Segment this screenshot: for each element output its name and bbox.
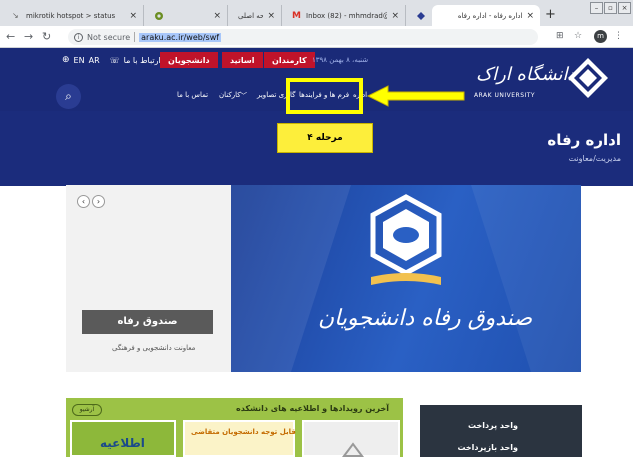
annotation-arrow-icon: [366, 85, 465, 107]
step-label: مرحله ۴: [277, 123, 373, 153]
tab-title: mikrotik hotspot > status: [26, 11, 116, 20]
slider-next-button[interactable]: ›: [92, 195, 105, 208]
lang-en-link[interactable]: EN: [74, 56, 85, 65]
lang-ar-link[interactable]: AR: [89, 56, 100, 65]
url-text[interactable]: araku.ac.ir/web/swf: [139, 32, 222, 42]
news-title: آخرین رویدادها و اطلاعیه های دانشکده: [236, 404, 389, 413]
browser-tab-diamond[interactable]: [408, 5, 430, 26]
menu-staff[interactable]: کارکنان: [219, 91, 241, 99]
browser-tab-blank[interactable]: ×: [146, 5, 228, 26]
bookmark-star-icon[interactable]: ☆: [574, 31, 582, 41]
nav-students[interactable]: دانشجویان: [160, 52, 218, 68]
tab-title: اداره رفاه - اداره رفاه: [457, 11, 523, 20]
back-icon[interactable]: ←: [6, 30, 15, 43]
news-card[interactable]: قابل توجه دانشجویان متقاضی: [183, 420, 296, 457]
slide-caption: صندوق رفاه: [82, 310, 213, 334]
university-emblem-icon: [568, 58, 608, 98]
news-card[interactable]: اطلاعیه: [70, 420, 176, 457]
globe-icon: ⊕: [62, 55, 70, 65]
nav-faculty[interactable]: اساتید: [222, 52, 263, 68]
contact-top-link[interactable]: ارتباط با ما: [124, 56, 161, 65]
tab-close-icon[interactable]: ×: [213, 11, 221, 21]
address-bar: ← → ↻ i Not secure araku.ac.ir/web/swf ⊞…: [0, 26, 633, 48]
placeholder-image-icon: [342, 442, 364, 457]
gmail-favicon-icon: M: [292, 10, 301, 21]
unit-item-repayment[interactable]: واحد بازپرداخت: [457, 443, 518, 452]
forward-icon[interactable]: →: [24, 30, 33, 43]
search-icon: ⌕: [65, 89, 72, 103]
tab-close-icon[interactable]: ×: [391, 11, 399, 21]
translate-icon[interactable]: ⊞: [556, 31, 564, 41]
browser-tab-gmail[interactable]: M Inbox (82) - mhmdrad@gmail.co ×: [284, 5, 406, 26]
unit-item-payment[interactable]: واحد پرداخت: [468, 421, 518, 430]
minimize-icon[interactable]: –: [590, 2, 603, 14]
browser-tab-refah[interactable]: اداره رفاه - اداره رفاه ×: [432, 5, 540, 26]
slide-subcaption: معاونت دانشجویی و فرهنگی: [112, 344, 196, 352]
slider-prev-button[interactable]: ‹: [77, 195, 90, 208]
mikrotik-favicon-icon: ↘: [12, 10, 19, 20]
news-card-text: اطلاعیه: [100, 436, 145, 450]
browser-tab-mikrotik[interactable]: ↘ mikrotik hotspot > status ×: [4, 5, 144, 26]
breadcrumb[interactable]: مدیریت/معاونت: [569, 154, 621, 163]
date-label: شنبه، ۸ بهمن ۱۳۹۸: [312, 56, 369, 64]
security-label: Not secure: [87, 32, 131, 42]
profile-avatar[interactable]: m: [594, 30, 607, 43]
highlight-box: [286, 78, 363, 114]
logo-name-en: ARAK UNIVERSITY: [474, 92, 536, 99]
tab-close-icon[interactable]: ×: [267, 11, 275, 21]
menu-dots-icon[interactable]: ⋮: [614, 31, 623, 41]
browser-tabstrip: ↘ mikrotik hotspot > status × × ورزش سه …: [0, 0, 633, 26]
logo-name-fa: دانشگاه اراک: [476, 64, 576, 85]
omnibox[interactable]: i Not secure araku.ac.ir/web/swf: [68, 29, 538, 45]
tab-title: Inbox (82) - mhmdrad@gmail.co: [306, 11, 388, 20]
welfare-fund-emblem-icon: [231, 185, 581, 372]
info-icon[interactable]: i: [74, 32, 83, 42]
browser-tab-varzesh3[interactable]: ورزش سه : صفحه اصلی ×: [230, 5, 282, 26]
archive-button[interactable]: آرشیو: [72, 404, 102, 416]
maximize-icon[interactable]: ▫: [604, 2, 617, 14]
diamond-favicon-icon: [416, 11, 426, 21]
units-panel: واحد پرداخت واحد بازپرداخت: [420, 405, 582, 457]
page-title: اداره رفاه: [547, 131, 621, 149]
search-button[interactable]: ⌕: [56, 84, 81, 109]
phone-icon: ☏: [109, 55, 120, 65]
slide-image[interactable]: [231, 185, 581, 372]
tab-title: ورزش سه : صفحه اصلی: [238, 11, 263, 20]
tab-close-icon[interactable]: ×: [129, 11, 137, 21]
omnibox-divider: [134, 32, 136, 42]
menu-contact[interactable]: تماس با ما: [177, 91, 208, 99]
close-window-icon[interactable]: ×: [618, 2, 631, 14]
reload-icon[interactable]: ↻: [42, 30, 51, 43]
news-card-text: قابل توجه دانشجویان متقاضی: [191, 428, 296, 436]
new-tab-button[interactable]: +: [545, 7, 556, 22]
chevron-down-icon: ﹀: [240, 92, 247, 100]
slide-banner-text: صندوق رفاه دانشجویان: [318, 306, 533, 331]
language-switch: ⊕ EN AR ☏ ارتباط با ما: [62, 55, 161, 65]
news-card[interactable]: [302, 420, 400, 457]
gear-favicon-icon: [154, 11, 164, 21]
university-logo[interactable]: دانشگاه اراک ARAK UNIVERSITY: [470, 54, 610, 106]
nav-staff[interactable]: کارمندان: [264, 52, 315, 68]
tab-close-icon[interactable]: ×: [526, 11, 534, 21]
